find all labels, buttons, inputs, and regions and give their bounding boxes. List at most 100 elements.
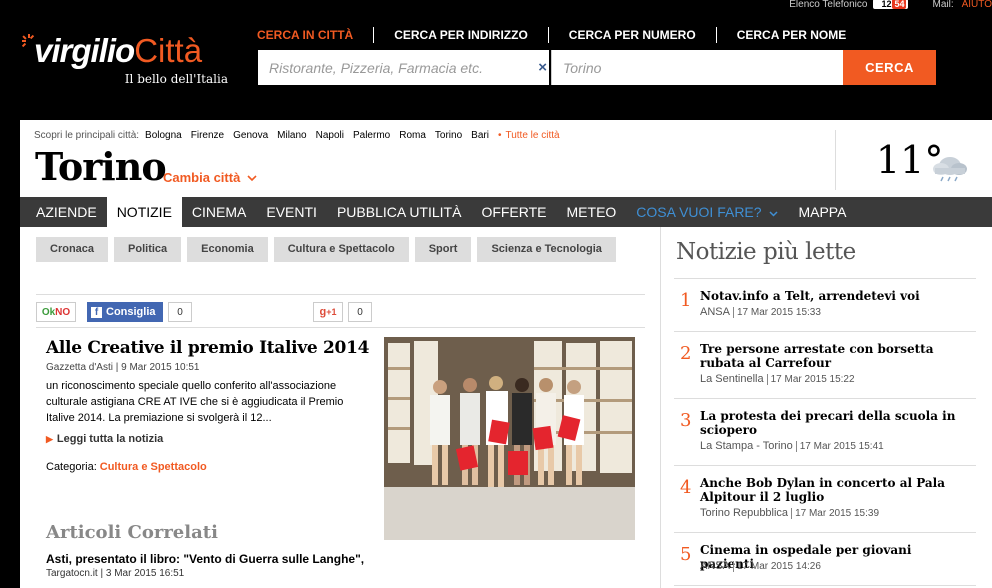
news-meta: La Stampa - Torino 17 Mar 2015 15:41 <box>700 440 884 452</box>
news-title[interactable]: Notav.info a Telt, arrendetevi voi <box>700 289 968 303</box>
article-title[interactable]: Alle Creative il premio Italive 2014 <box>46 338 386 358</box>
nav-eventi[interactable]: EVENTI <box>256 197 327 227</box>
category-value-link[interactable]: Cultura e Spettacolo <box>100 461 207 473</box>
news-source: La Stampa - Torino <box>700 440 793 452</box>
related-item-source: Targatocn.it <box>46 568 98 579</box>
article-source: Gazzetta d'Asti <box>46 362 113 373</box>
news-meta: ANSA 17 Mar 2015 14:26 <box>700 560 821 572</box>
logo-tagline: Il bello dell'Italia <box>124 72 228 86</box>
weather-widget[interactable]: 11° <box>835 130 992 190</box>
list-item[interactable]: 1 Notav.info a Telt, arrendetevi voi ANS… <box>674 279 976 332</box>
city-link-bologna[interactable]: Bologna <box>145 130 182 141</box>
category-cronaca[interactable]: Cronaca <box>36 237 109 262</box>
mail-label: Mail <box>932 0 951 10</box>
related-item-date: 3 Mar 2015 16:51 <box>105 568 185 579</box>
list-item[interactable]: 5 Cinema in ospedale per giovani pazient… <box>674 533 976 586</box>
news-title[interactable]: Tre persone arrestate con borsetta rubat… <box>700 342 968 370</box>
rank-number: 1 <box>680 290 692 311</box>
facebook-like-label: Consiglia <box>106 306 156 318</box>
chevron-down-icon <box>769 211 778 217</box>
logo-brand-b: Città <box>134 32 203 69</box>
elenco-badge[interactable]: 12 54 <box>873 0 909 9</box>
city-link-torino[interactable]: Torino <box>435 130 462 141</box>
read-more-link[interactable]: ▶ Leggi tutta la notizia <box>46 433 386 445</box>
elenco-telefonico-link[interactable]: Elenco Telefonico <box>789 0 867 10</box>
facebook-count: 0 <box>168 302 192 322</box>
category-scienza-tecnologia[interactable]: Scienza e Tecnologia <box>477 237 616 262</box>
news-date: 17 Mar 2015 15:33 <box>732 307 821 318</box>
list-item[interactable]: 3 La protesta dei precari della scuola i… <box>674 399 976 466</box>
rank-number: 4 <box>680 477 692 498</box>
city-link-genova[interactable]: Genova <box>233 130 268 141</box>
change-city-label: Cambia città <box>163 170 241 185</box>
clear-icon[interactable]: × <box>538 59 547 76</box>
list-item[interactable]: 2 Tre persone arrestate con borsetta rub… <box>674 332 976 399</box>
facebook-icon: f <box>91 306 102 318</box>
what-search-input[interactable]: Ristorante, Pizzeria, Farmacia etc. × <box>258 50 549 85</box>
share-bar: Ok NO f Consiglia 0 g +1 0 <box>36 294 645 328</box>
cities-label: Scopri le principali città: <box>34 130 140 141</box>
nav-mappa[interactable]: MAPPA <box>788 197 856 227</box>
tab-cerca-in-citta[interactable]: CERCA IN CITTÀ <box>257 27 373 43</box>
main-article: Alle Creative il premio Italive 2014 Gaz… <box>46 338 386 473</box>
news-date: 17 Mar 2015 15:39 <box>791 508 880 519</box>
search-button[interactable]: CERCA <box>843 50 936 85</box>
news-title[interactable]: La protesta dei precari della scuola in … <box>700 409 968 437</box>
category-cultura-spettacolo[interactable]: Cultura e Spettacolo <box>273 237 409 262</box>
news-source: ANSA <box>700 306 730 318</box>
tab-cerca-per-numero[interactable]: CERCA PER NUMERO <box>547 27 716 43</box>
news-source: Torino Repubblica <box>700 507 789 519</box>
tab-cerca-per-nome[interactable]: CERCA PER NOME <box>715 27 867 43</box>
nav-cosa-vuoi-fare[interactable]: COSA VUOI FARE? <box>626 197 788 227</box>
google-plus-button[interactable]: g +1 <box>313 302 343 322</box>
google-plus-label: +1 <box>326 307 337 317</box>
article-photo[interactable] <box>384 337 635 540</box>
category-label: Categoria: <box>46 461 97 473</box>
main-nav: AZIENDE NOTIZIE CINEMA EVENTI PUBBLICA U… <box>20 197 992 227</box>
facebook-like-button[interactable]: f Consiglia <box>87 302 163 322</box>
change-city-button[interactable]: Cambia città <box>163 170 257 185</box>
category-economia[interactable]: Economia <box>187 237 268 262</box>
related-item-title[interactable]: Asti, presentato il libro: "Vento di Gue… <box>46 552 364 566</box>
tab-cerca-per-indirizzo[interactable]: CERCA PER INDIRIZZO <box>373 27 548 43</box>
no-label: NO <box>55 306 71 318</box>
news-categories: Cronaca Politica Economia Cultura e Spet… <box>36 237 622 262</box>
city-link-milano[interactable]: Milano <box>277 130 306 141</box>
all-cities-link[interactable]: Tutte le città <box>505 130 559 141</box>
search-tabs: CERCA IN CITTÀ CERCA PER INDIRIZZO CERCA… <box>257 27 866 43</box>
news-date: 17 Mar 2015 15:22 <box>766 374 855 385</box>
list-item[interactable]: 4 Anche Bob Dylan in concerto al Pala Al… <box>674 466 976 533</box>
category-sport[interactable]: Sport <box>414 237 472 262</box>
news-title[interactable]: Anche Bob Dylan in concerto al Pala Alpi… <box>700 476 968 504</box>
nav-aziende[interactable]: AZIENDE <box>20 197 107 227</box>
cloudy-weather-icon <box>933 157 967 182</box>
related-item-meta: Targatocn.it | 3 Mar 2015 16:51 <box>46 568 185 579</box>
virgilio-citta-logo[interactable]: virgilioCittà Il bello dell'Italia <box>22 32 232 88</box>
nav-meteo[interactable]: METEO <box>557 197 627 227</box>
related-item[interactable]: Asti, presentato il libro: "Vento di Gue… <box>46 552 364 579</box>
aiuto-link[interactable]: AIUTO <box>962 0 992 10</box>
city-link-palermo[interactable]: Palermo <box>353 130 390 141</box>
city-link-bari[interactable]: Bari <box>471 130 489 141</box>
news-source: La Sentinella <box>700 373 764 385</box>
nav-offerte[interactable]: OFFERTE <box>471 197 556 227</box>
article-category: Categoria: Cultura e Spettacolo <box>46 461 386 473</box>
nav-cinema[interactable]: CINEMA <box>182 197 256 227</box>
city-link-firenze[interactable]: Firenze <box>191 130 224 141</box>
rank-number: 3 <box>680 410 692 431</box>
city-link-roma[interactable]: Roma <box>399 130 426 141</box>
chevron-down-icon <box>247 175 257 182</box>
city-link-napoli[interactable]: Napoli <box>316 130 344 141</box>
news-meta: ANSA 17 Mar 2015 15:33 <box>700 306 821 318</box>
mail-link[interactable]: Mail: <box>926 0 953 10</box>
what-placeholder: Ristorante, Pizzeria, Farmacia etc. <box>269 59 483 76</box>
category-politica[interactable]: Politica <box>114 237 182 262</box>
top-header: Elenco Telefonico 12 54 Mail: AIUTO virgi… <box>0 0 992 110</box>
most-read-sidebar: Notizie più lette 1 Notav.info a Telt, a… <box>660 227 992 588</box>
nav-notizie[interactable]: NOTIZIE <box>106 197 182 227</box>
bullet-icon: • <box>497 130 502 141</box>
where-search-input[interactable]: Torino <box>551 50 843 85</box>
nav-pubblica-utilita[interactable]: PUBBLICA UTILITÀ <box>327 197 471 227</box>
cities-bar: Scopri le principali città: Bologna Fire… <box>34 130 560 141</box>
okno-button[interactable]: Ok NO <box>36 302 76 322</box>
